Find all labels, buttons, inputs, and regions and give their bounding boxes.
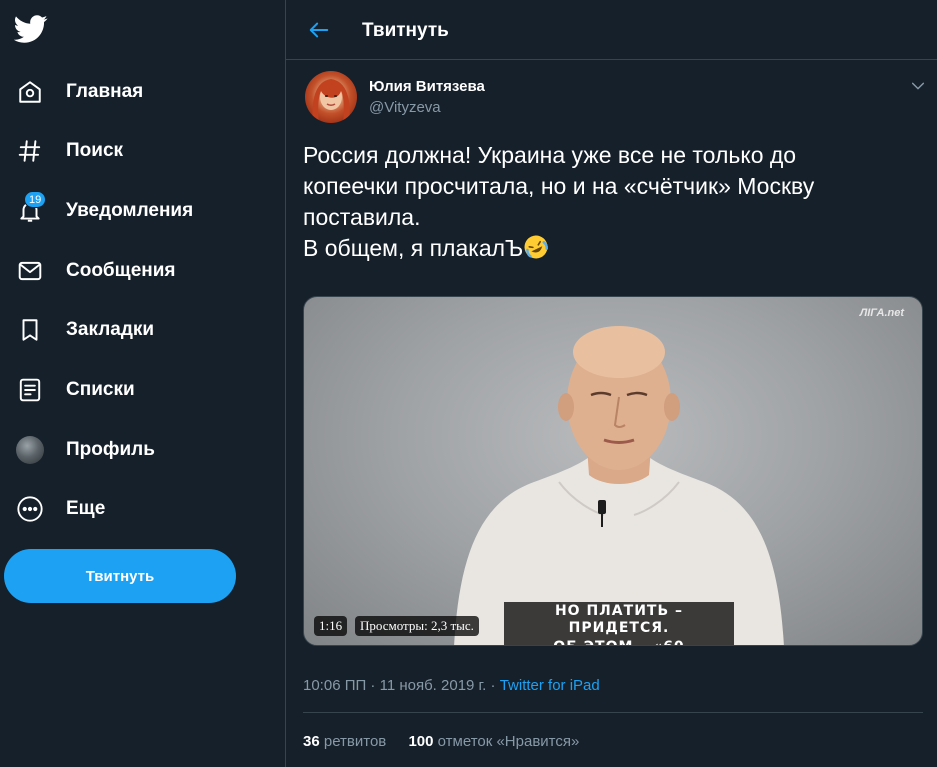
compose-tweet-button[interactable]: Твитнуть — [4, 549, 236, 603]
chevron-down-icon[interactable] — [910, 78, 926, 94]
likes-stat[interactable]: 100 отметок «Нравится» — [408, 733, 579, 750]
video-subtitle: НО ПЛАТИТЬ – ПРИДЕТСЯ. ОБ ЭТОМ – «60 СЕК… — [504, 602, 734, 645]
tweet-stats: 36 ретвитов 100 отметок «Нравится» — [303, 733, 597, 750]
tweet-timestamp[interactable]: 10:06 ПП · 11 нояб. 2019 г. · — [303, 677, 500, 694]
rolling-laughing-emoji-icon — [523, 234, 549, 260]
likes-count: 100 — [408, 733, 434, 750]
video-watermark: ЛІГА.net — [859, 307, 904, 319]
sidebar-item-bookmarks[interactable]: Закладки — [0, 304, 180, 356]
back-arrow-icon[interactable] — [308, 19, 330, 41]
tweet-source-link[interactable]: Twitter for iPad — [500, 677, 600, 694]
video-duration: 1:16 — [314, 616, 348, 636]
sidebar-item-label: Уведомления — [66, 200, 194, 221]
sidebar-item-label: Главная — [66, 81, 144, 102]
sidebar-item-label: Сообщения — [66, 260, 176, 281]
home-icon — [16, 78, 44, 106]
retweets-stat[interactable]: 36 ретвитов — [303, 733, 386, 750]
hashtag-icon — [16, 137, 44, 165]
tweet-text-line: копеечки просчитала, но и на «счётчик» М… — [303, 173, 815, 199]
bookmark-icon — [16, 316, 44, 344]
list-icon — [16, 376, 44, 404]
divider — [303, 712, 923, 713]
sidebar-item-label: Еще — [66, 498, 106, 519]
video-views: Просмотры: 2,3 тыс. — [355, 616, 479, 636]
author-handle[interactable]: @Vityzeva — [369, 99, 441, 116]
likes-label: отметок «Нравится» — [437, 733, 580, 750]
page-header: Твитнуть — [286, 0, 937, 60]
author-avatar[interactable] — [305, 71, 357, 123]
sidebar-item-home[interactable]: Главная — [0, 66, 170, 118]
tweet-text-line: В общем, я плакалЪ — [303, 235, 524, 261]
tweet-metadata: 10:06 ПП · 11 нояб. 2019 г. · Twitter fo… — [303, 677, 600, 694]
sidebar-item-search[interactable]: Поиск — [0, 125, 150, 177]
retweets-count: 36 — [303, 733, 320, 750]
sidebar-item-messages[interactable]: Сообщения — [0, 245, 200, 297]
subtitle-line: НО ПЛАТИТЬ – ПРИДЕТСЯ. — [504, 602, 734, 638]
twitter-logo-icon[interactable] — [13, 12, 48, 46]
sidebar-item-lists[interactable]: Списки — [0, 364, 160, 416]
video-frame-image — [454, 326, 784, 645]
sidebar-item-label: Поиск — [66, 140, 124, 161]
sidebar-item-more[interactable]: Еще — [0, 483, 130, 535]
video-player[interactable]: ЛІГА.net НО ПЛАТИТЬ – ПРИДЕТСЯ. ОБ ЭТОМ … — [303, 296, 923, 646]
tweet-text-line: поставила. — [303, 204, 421, 230]
subtitle-line: ОБ ЭТОМ – «60 СЕКУНД» — [504, 638, 734, 645]
more-icon — [16, 495, 44, 523]
sidebar-item-profile[interactable]: Профиль — [0, 424, 180, 476]
tweet-text: Россия должна! Украина уже все не только… — [303, 140, 923, 264]
sidebar: Главная Поиск Уведомления 19 Сообщения З… — [0, 0, 252, 767]
sidebar-item-label: Закладки — [66, 319, 155, 340]
profile-avatar — [16, 436, 44, 464]
notification-count-badge: 19 — [24, 191, 47, 208]
tweet-detail-column: Твитнуть Юлия Витязева @Vityzeva Россия … — [285, 0, 937, 767]
author-name[interactable]: Юлия Витязева — [369, 78, 485, 95]
sidebar-item-label: Профиль — [66, 439, 155, 460]
page-title: Твитнуть — [362, 20, 449, 41]
sidebar-item-label: Списки — [66, 379, 135, 400]
envelope-icon — [16, 257, 44, 285]
retweets-label: ретвитов — [323, 733, 387, 750]
tweet-text-line: Россия должна! Украина уже все не только… — [303, 142, 797, 168]
